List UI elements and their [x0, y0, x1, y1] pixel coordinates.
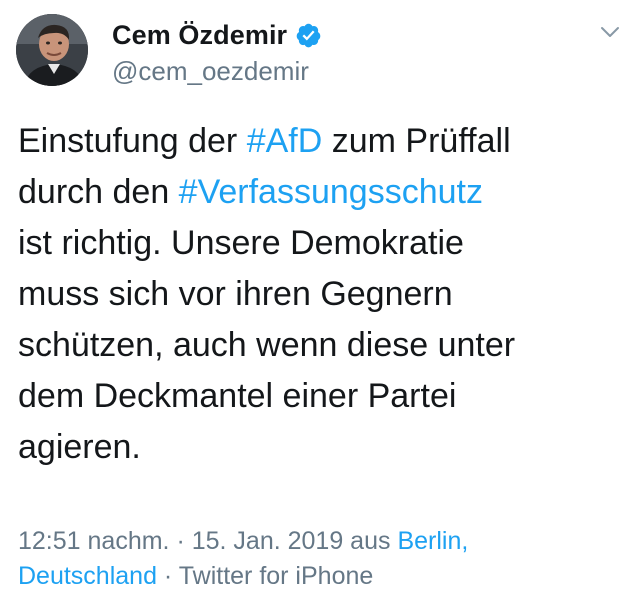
- tweet-metadata: 12:51 nachm. · 15. Jan. 2019 aus Berlin,…: [18, 524, 628, 594]
- chevron-down-icon[interactable]: [598, 20, 622, 44]
- hashtag-verfassungsschutz-link[interactable]: #Verfassungsschutz: [179, 173, 483, 211]
- location-link[interactable]: Berlin,: [397, 527, 468, 555]
- hashtag-afd-link[interactable]: #AfD: [247, 122, 323, 160]
- meta-separator: ·: [156, 562, 179, 590]
- meta-from-label: aus: [343, 527, 398, 555]
- tweet-text-segment: Einstufung der: [18, 122, 247, 160]
- tweet-line: ist richtig. Unsere Demokratie: [18, 224, 464, 262]
- avatar-image: [16, 14, 88, 86]
- location-link-continued[interactable]: Deutschland: [18, 562, 157, 590]
- timestamp-time[interactable]: 12:51 nachm.: [18, 527, 170, 555]
- tweet-line: Einstufung der #AfD zum Prüffall: [18, 116, 628, 167]
- timestamp-date[interactable]: 15. Jan. 2019: [192, 527, 344, 555]
- avatar[interactable]: [16, 14, 88, 86]
- tweet-line: agieren.: [18, 428, 141, 466]
- tweet-line: schützen, auch wenn diese unter: [18, 326, 516, 364]
- tweet-line: durch den #Verfassungsschutz: [18, 167, 628, 218]
- handle[interactable]: @cem_oezdemir: [112, 56, 322, 87]
- display-name[interactable]: Cem Özdemir: [112, 20, 287, 51]
- meta-line: 12:51 nachm. · 15. Jan. 2019 aus Berlin,: [18, 524, 628, 559]
- tweet-card: Cem Özdemir @cem_oezdemir Einstufung der…: [0, 0, 640, 601]
- tweet-header: Cem Özdemir @cem_oezdemir: [16, 14, 624, 90]
- meta-line: Deutschland · Twitter for iPhone: [18, 559, 628, 594]
- display-name-row: Cem Özdemir: [112, 18, 322, 52]
- tweet-text-segment: durch den: [18, 173, 179, 211]
- verified-icon: [295, 22, 322, 49]
- meta-separator: ·: [169, 527, 192, 555]
- author-info[interactable]: Cem Özdemir @cem_oezdemir: [112, 18, 322, 87]
- tweet-text: Einstufung der #AfD zum Prüffall durch d…: [18, 116, 628, 473]
- tweet-line: muss sich vor ihren Gegnern: [18, 275, 453, 313]
- source-app: Twitter for iPhone: [178, 562, 374, 590]
- tweet-line: dem Deckmantel einer Partei: [18, 377, 457, 415]
- tweet-text-segment: zum Prüffall: [322, 122, 511, 160]
